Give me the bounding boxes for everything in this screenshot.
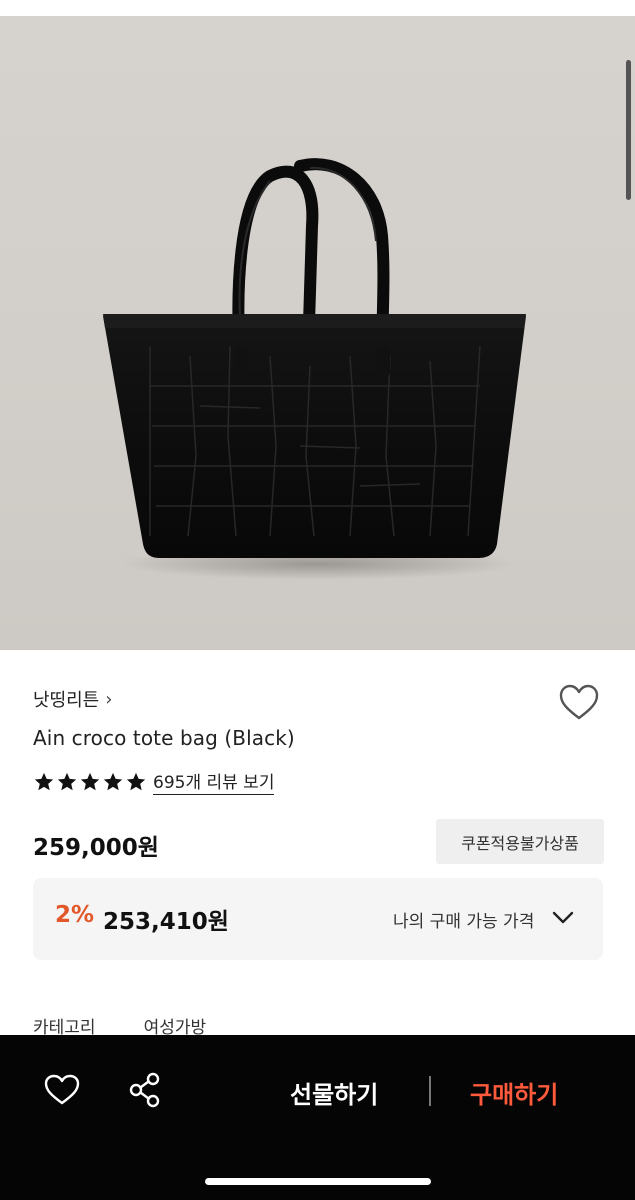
star-icon xyxy=(57,772,77,790)
chevron-down-icon[interactable] xyxy=(551,908,575,928)
star-icon xyxy=(80,772,100,790)
brand-link[interactable]: 낫띵리튼 › xyxy=(33,686,112,712)
chevron-right-icon: › xyxy=(105,688,113,710)
star-icon xyxy=(103,772,123,790)
home-indicator xyxy=(205,1178,431,1185)
my-price-label: 나의 구매 가능 가격 xyxy=(393,912,535,932)
product-image[interactable] xyxy=(0,16,635,650)
product-title: Ain croco tote bag (Black) xyxy=(33,726,295,750)
heart-icon[interactable] xyxy=(44,1074,80,1106)
star-icon xyxy=(34,772,54,790)
brand-name[interactable]: 낫띵리튼 xyxy=(33,686,99,712)
discount-price: 253,410원 xyxy=(103,909,229,935)
heart-icon[interactable] xyxy=(559,684,599,722)
rating-row[interactable]: 695개 리뷰 보기 xyxy=(33,768,275,795)
bottom-action-bar: 선물하기 구매하기 xyxy=(0,1035,635,1200)
gift-button[interactable]: 선물하기 xyxy=(290,1075,378,1110)
review-link[interactable]: 695개 리뷰 보기 xyxy=(153,768,275,795)
image-scroll-indicator xyxy=(626,60,631,200)
tote-bag-illustration xyxy=(103,158,526,580)
product-price: 259,000원 xyxy=(33,835,159,861)
star-rating xyxy=(33,771,147,793)
star-icon xyxy=(126,772,146,790)
coupon-badge: 쿠폰적용불가상품 xyxy=(436,819,604,864)
my-price-box[interactable]: 2% 253,410원 나의 구매 가능 가격 xyxy=(33,878,603,960)
divider xyxy=(429,1076,431,1106)
discount-rate: 2% xyxy=(55,902,95,928)
share-icon[interactable] xyxy=(128,1072,162,1108)
buy-button[interactable]: 구매하기 xyxy=(470,1075,558,1110)
status-strip xyxy=(0,0,635,16)
